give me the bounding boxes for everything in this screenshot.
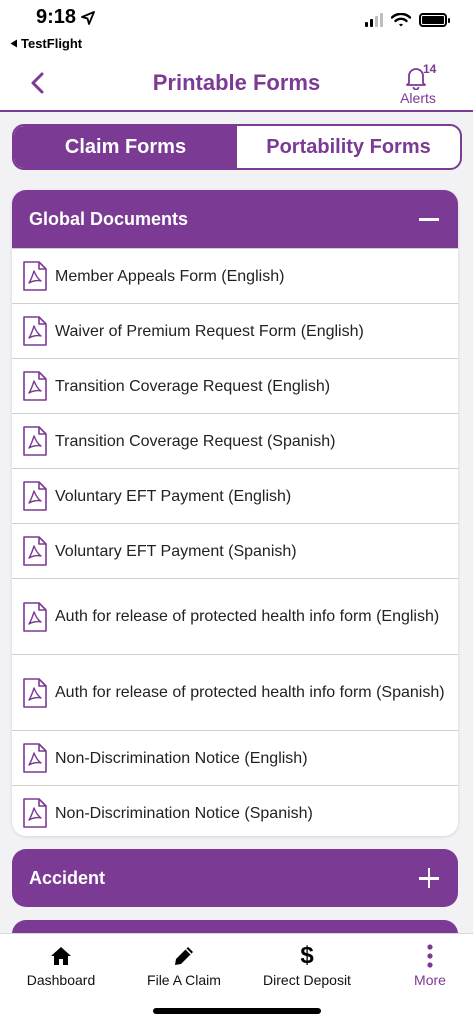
document-item[interactable]: Member Appeals Form (English): [12, 248, 458, 303]
more-vertical-icon: [427, 944, 433, 968]
status-time-text: 9:18: [36, 6, 77, 28]
document-title: Non-Discrimination Notice (Spanish): [55, 804, 313, 822]
expand-plus-icon[interactable]: [418, 867, 440, 889]
pencil-icon: [175, 947, 193, 965]
pdf-file-icon: [23, 798, 47, 828]
tab-portability-forms[interactable]: Portability Forms: [237, 126, 460, 168]
document-item[interactable]: Voluntary EFT Payment (English): [12, 468, 458, 523]
tab-claim-forms[interactable]: Claim Forms: [14, 126, 237, 168]
tab-more[interactable]: More: [380, 944, 473, 988]
document-title: Auth for release of protected health inf…: [55, 684, 445, 701]
section-title: Accident: [29, 867, 106, 888]
accident-section: Accident: [12, 849, 458, 907]
battery-icon: [419, 13, 450, 27]
wifi-icon: [391, 13, 411, 27]
status-icons: [365, 13, 450, 27]
status-bar: 9:18 TestFlight: [0, 0, 473, 56]
document-title: Voluntary EFT Payment (English): [55, 487, 292, 505]
tab-label: Direct Deposit: [263, 972, 351, 988]
tab-dashboard[interactable]: Dashboard: [11, 944, 111, 988]
pdf-file-icon: [23, 677, 47, 708]
document-item[interactable]: Non-Discrimination Notice (English): [12, 730, 458, 785]
cellular-signal-icon: [365, 13, 383, 27]
document-item[interactable]: Voluntary EFT Payment (Spanish): [12, 523, 458, 578]
document-item[interactable]: Waiver of Premium Request Form (English): [12, 303, 458, 358]
document-title: Transition Coverage Request (English): [55, 377, 331, 395]
document-title: Non-Discrimination Notice (English): [55, 749, 308, 767]
pdf-file-icon: [23, 426, 47, 456]
section-title: Global Documents: [29, 208, 189, 229]
back-triangle-icon: [10, 39, 17, 48]
document-title: Transition Coverage Request (Spanish): [55, 432, 336, 450]
pdf-file-icon: [23, 536, 47, 566]
dollar-icon: $: [300, 942, 314, 969]
pdf-file-icon: [23, 371, 47, 401]
document-item[interactable]: Transition Coverage Request (Spanish): [12, 413, 458, 468]
tab-file-a-claim[interactable]: File A Claim: [134, 944, 234, 988]
pdf-file-icon: [23, 743, 47, 773]
document-title: Member Appeals Form (English): [55, 267, 285, 285]
accident-header[interactable]: Accident: [12, 849, 458, 907]
pdf-file-icon: [23, 261, 47, 291]
alerts-count-badge: 14: [423, 62, 437, 76]
home-icon: [51, 947, 71, 965]
location-arrow-icon: [81, 10, 95, 25]
nav-header: Printable Forms 14 Alerts: [0, 56, 473, 112]
document-list: Member Appeals Form (English) Waiver of …: [12, 248, 458, 836]
document-item[interactable]: Auth for release of protected health inf…: [12, 654, 458, 730]
document-item[interactable]: Auth for release of protected health inf…: [12, 578, 458, 654]
back-to-app-link[interactable]: TestFlight: [10, 36, 82, 51]
form-type-tabs: Claim Forms Portability Forms: [12, 124, 462, 170]
tab-label: Dashboard: [26, 972, 96, 988]
alerts-label: Alerts: [400, 90, 436, 106]
document-title: Waiver of Premium Request Form (English): [55, 322, 364, 340]
pdf-file-icon: [23, 601, 47, 632]
home-indicator: [153, 1008, 321, 1014]
document-title: Voluntary EFT Payment (Spanish): [55, 542, 297, 560]
document-item[interactable]: Transition Coverage Request (English): [12, 358, 458, 413]
tab-direct-deposit[interactable]: $ Direct Deposit: [257, 942, 357, 989]
back-app-label: TestFlight: [21, 36, 83, 51]
global-documents-header[interactable]: Global Documents: [12, 190, 458, 248]
status-time: 9:18: [36, 6, 95, 29]
tab-label: More: [414, 972, 446, 988]
document-item[interactable]: Non-Discrimination Notice (Spanish): [12, 785, 458, 836]
document-title: Auth for release of protected health inf…: [55, 608, 440, 625]
alerts-button[interactable]: 14 Alerts: [393, 62, 443, 106]
pdf-file-icon: [23, 316, 47, 346]
tab-label: File A Claim: [147, 972, 221, 988]
global-documents-section: Global Documents Member Appeals Form (En…: [12, 190, 458, 836]
pdf-file-icon: [23, 481, 47, 511]
collapse-minus-icon[interactable]: [418, 208, 440, 230]
